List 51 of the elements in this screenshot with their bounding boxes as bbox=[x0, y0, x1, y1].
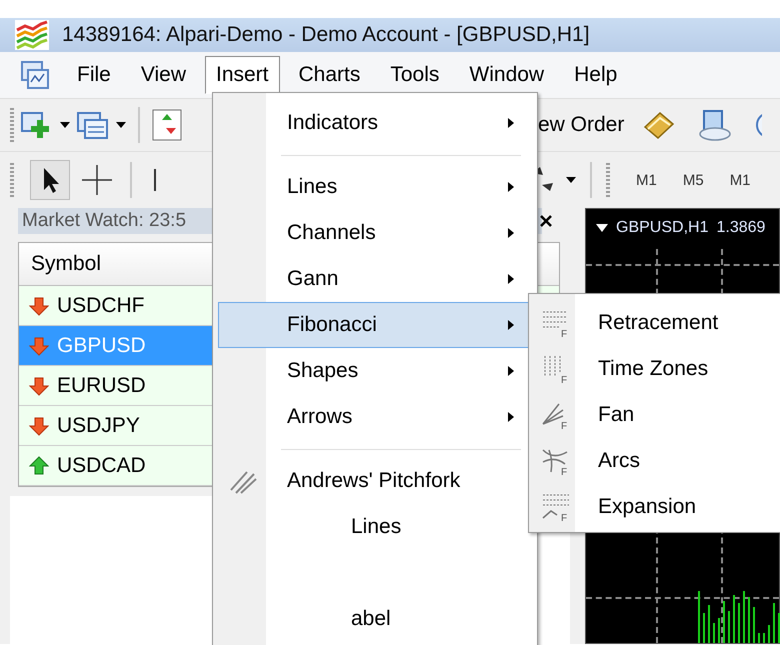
menu-item[interactable]: File bbox=[66, 56, 122, 94]
symbol-text: USDJPY bbox=[57, 414, 140, 438]
caret-icon[interactable] bbox=[60, 122, 70, 128]
menu-item[interactable]: F Retracement bbox=[529, 300, 780, 346]
menu-item[interactable]: Tools bbox=[379, 56, 450, 94]
menu-item[interactable]: Window bbox=[458, 56, 556, 94]
caret-icon[interactable] bbox=[566, 177, 576, 183]
symbol-text: EURUSD bbox=[57, 374, 146, 398]
chart-icon[interactable] bbox=[152, 108, 182, 142]
app-icon bbox=[15, 20, 49, 50]
menu-item[interactable]: Charts bbox=[288, 56, 372, 94]
timeframe-button[interactable]: M1 bbox=[730, 172, 751, 188]
symbol-text: USDCAD bbox=[57, 454, 146, 478]
chart-window-icon[interactable] bbox=[20, 60, 50, 90]
caret-icon[interactable] bbox=[596, 224, 608, 232]
menu-item[interactable]: F Fan bbox=[529, 392, 780, 438]
up-arrow-icon bbox=[29, 456, 49, 476]
chart-symbol: GBPUSD,H1 bbox=[616, 219, 708, 237]
symbol-text: USDCHF bbox=[57, 294, 144, 318]
caret-icon[interactable] bbox=[116, 122, 126, 128]
menu-item[interactable]: F Arcs bbox=[529, 438, 780, 484]
menu-item[interactable]: Help bbox=[563, 56, 628, 94]
menu-item[interactable]: Channels bbox=[218, 210, 529, 256]
down-arrow-icon bbox=[29, 336, 49, 356]
new-order-label[interactable]: ew Order bbox=[538, 113, 624, 137]
menu-item[interactable]: Insert bbox=[204, 56, 280, 94]
menu-item[interactable]: Gann bbox=[218, 256, 529, 302]
menu-item[interactable]: abel bbox=[218, 596, 529, 642]
menu-item[interactable]: Andrews' Pitchfork bbox=[218, 458, 529, 504]
symbol-text: GBPUSD bbox=[57, 334, 146, 358]
menu-item[interactable]: View bbox=[130, 56, 197, 94]
profiles-icon[interactable] bbox=[76, 110, 110, 140]
close-icon[interactable] bbox=[540, 215, 552, 227]
menu-item[interactable]: Lines bbox=[218, 164, 529, 210]
menu-item[interactable]: Arrows bbox=[218, 394, 529, 440]
timeframe-button[interactable]: M1 bbox=[636, 172, 657, 188]
timeframe-button[interactable]: M5 bbox=[682, 172, 704, 188]
cursor-icon[interactable] bbox=[30, 160, 70, 200]
down-arrow-icon bbox=[29, 376, 49, 396]
menu-item[interactable]: Shapes bbox=[218, 348, 529, 394]
menu-item[interactable]: Fibonacci bbox=[218, 302, 529, 348]
chart-price: 1.3869 bbox=[716, 219, 766, 237]
menu-item[interactable]: F Expansion bbox=[529, 484, 780, 530]
crosshair-icon[interactable] bbox=[80, 163, 114, 197]
down-arrow-icon bbox=[29, 296, 49, 316]
menu-item[interactable]: Indicators bbox=[218, 100, 529, 146]
window-title: 14389164: Alpari-Demo - Demo Account - [GBPUSD,H1] bbox=[62, 23, 590, 47]
menu-item[interactable]: F Time Zones bbox=[529, 346, 780, 392]
down-arrow-icon bbox=[29, 416, 49, 436]
menu-item[interactable]: Lines bbox=[218, 504, 529, 550]
panel-title: Market Watch: 23:5 bbox=[22, 210, 186, 232]
